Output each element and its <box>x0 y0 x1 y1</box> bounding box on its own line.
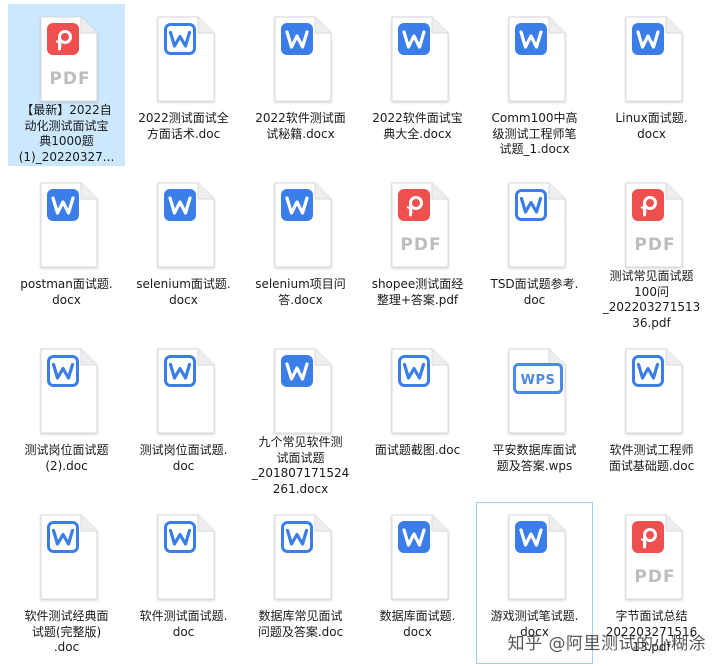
word-file-icon <box>144 343 224 439</box>
svg-text:PDF: PDF <box>634 235 675 255</box>
file-name: Comm100中高 级测试工程师笔 试题_1.docx <box>491 111 578 156</box>
word-file-icon <box>144 11 224 107</box>
wps-file-icon: WPS <box>495 343 575 439</box>
word-file-icon <box>261 11 341 107</box>
file-item[interactable]: WPS 平安数据库面试 题及答案.wps <box>476 336 593 498</box>
word-file-icon <box>261 177 341 273</box>
file-name: 九个常见软件测 试面试题 _201807171524 261.docx <box>251 435 350 496</box>
watermark: 知乎 @阿里测试的小糊涂 <box>507 634 706 654</box>
svg-text:WPS: WPS <box>520 373 555 388</box>
file-item[interactable]: 2022软件面试宝 典大全.docx <box>359 4 476 166</box>
file-item[interactable]: 九个常见软件测 试面试题 _201807171524 261.docx <box>242 336 359 498</box>
file-name: 软件测试面试题. doc <box>139 609 228 639</box>
pdf-file-icon: PDF <box>378 177 458 273</box>
word-file-icon <box>144 509 224 605</box>
word-file-icon <box>378 509 458 605</box>
word-file-icon <box>378 343 458 439</box>
word-file-icon <box>612 343 692 439</box>
file-name: selenium项目问 答.docx <box>255 277 346 307</box>
file-grid: PDF 【最新】2022自 动化测试面试宝 典1000题 (1)_2022032… <box>8 4 712 664</box>
file-name: 测试岗位面试题 (2).doc <box>24 443 109 473</box>
file-item[interactable]: TSD面试题参考. doc <box>476 170 593 332</box>
file-item[interactable]: 2022测试面试全 方面话术.doc <box>125 4 242 166</box>
file-item[interactable]: PDF shopee测试面经 整理+答案.pdf <box>359 170 476 332</box>
file-name: 数据库面试题. docx <box>379 609 456 639</box>
word-file-icon <box>261 343 341 434</box>
file-item[interactable]: 测试岗位面试题. doc <box>125 336 242 498</box>
word-file-icon <box>27 177 107 273</box>
file-item[interactable]: 2022软件测试面 试秘籍.docx <box>242 4 359 166</box>
file-name: Linux面试题. docx <box>615 111 688 141</box>
file-name: postman面试题. docx <box>20 277 113 307</box>
file-item[interactable]: PDF 测试常见面试题 100问 _202203271513 36.pdf <box>593 170 710 332</box>
file-item[interactable]: Comm100中高 级测试工程师笔 试题_1.docx <box>476 4 593 166</box>
file-item[interactable]: 软件测试工程师 面试基础题.doc <box>593 336 710 498</box>
file-item[interactable]: 数据库常见面试 问题及答案.doc <box>242 502 359 664</box>
file-item[interactable]: postman面试题. docx <box>8 170 125 332</box>
file-name: 面试题截图.doc <box>374 443 461 457</box>
word-file-icon <box>495 177 575 273</box>
word-file-icon <box>378 11 458 107</box>
word-file-icon <box>144 177 224 273</box>
word-file-icon <box>27 509 107 605</box>
file-name: 测试常见面试题 100问 _202203271513 36.pdf <box>602 269 701 330</box>
file-item[interactable]: 测试岗位面试题 (2).doc <box>8 336 125 498</box>
file-name: 软件测试工程师 面试基础题.doc <box>608 443 695 473</box>
file-name: TSD面试题参考. doc <box>490 277 579 307</box>
file-name: 软件测试经典面 试题(完整版) .doc <box>24 609 109 654</box>
word-file-icon <box>495 509 575 605</box>
file-item[interactable]: 数据库面试题. docx <box>359 502 476 664</box>
pdf-file-icon: PDF <box>612 177 692 268</box>
file-item[interactable]: selenium面试题. docx <box>125 170 242 332</box>
word-file-icon <box>27 343 107 439</box>
file-item[interactable]: Linux面试题. docx <box>593 4 710 166</box>
file-name: 2022软件面试宝 典大全.docx <box>372 111 463 141</box>
file-name: 数据库常见面试 问题及答案.doc <box>257 609 344 639</box>
file-name: 【最新】2022自 动化测试面试宝 典1000题 (1)_20220327... <box>18 103 115 164</box>
pdf-file-icon: PDF <box>612 509 692 605</box>
file-name: selenium面试题. docx <box>136 277 231 307</box>
pdf-file-icon: PDF <box>27 11 107 102</box>
file-item[interactable]: 软件测试经典面 试题(完整版) .doc <box>8 502 125 664</box>
file-name: 2022测试面试全 方面话术.doc <box>138 111 229 141</box>
file-name: shopee测试面经 整理+答案.pdf <box>371 277 464 307</box>
file-name: 2022软件测试面 试秘籍.docx <box>255 111 346 141</box>
file-item[interactable]: 面试题截图.doc <box>359 336 476 498</box>
word-file-icon <box>261 509 341 605</box>
file-item[interactable]: 软件测试面试题. doc <box>125 502 242 664</box>
svg-text:PDF: PDF <box>400 235 441 255</box>
word-file-icon <box>612 11 692 107</box>
svg-text:PDF: PDF <box>49 69 90 89</box>
file-name: 测试岗位面试题. doc <box>139 443 228 473</box>
file-name: 平安数据库面试 题及答案.wps <box>492 443 577 473</box>
file-item[interactable]: selenium项目问 答.docx <box>242 170 359 332</box>
svg-text:PDF: PDF <box>634 567 675 587</box>
word-file-icon <box>495 11 575 107</box>
file-item[interactable]: PDF 【最新】2022自 动化测试面试宝 典1000题 (1)_2022032… <box>8 4 125 166</box>
